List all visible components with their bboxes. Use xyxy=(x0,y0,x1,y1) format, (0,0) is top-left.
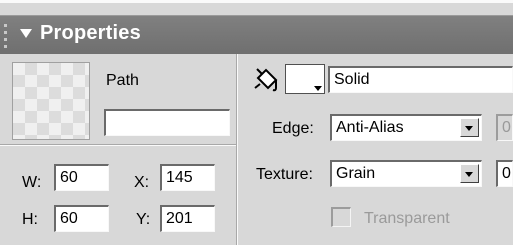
fill-type-dropdown[interactable]: Solid xyxy=(328,66,513,93)
height-input[interactable]: 60 xyxy=(54,205,109,232)
vertical-divider xyxy=(236,54,238,245)
chevron-down-icon xyxy=(465,126,473,131)
texture-dropdown[interactable]: Grain xyxy=(330,160,482,187)
y-label: Y: xyxy=(136,211,151,228)
x-input[interactable]: 145 xyxy=(160,164,215,191)
object-preview-thumbnail xyxy=(12,62,90,140)
panel-header[interactable]: Properties xyxy=(0,15,513,55)
horizontal-divider xyxy=(0,144,236,146)
edge-value: Anti-Alias xyxy=(336,119,404,136)
width-label: W: xyxy=(22,174,42,191)
x-label: X: xyxy=(134,174,150,191)
texture-label: Texture: xyxy=(256,166,313,183)
edge-label: Edge: xyxy=(272,120,314,137)
window-top-edge xyxy=(0,0,513,3)
chevron-down-icon xyxy=(314,86,322,91)
panel-title: Properties xyxy=(40,22,141,44)
edge-dropdown-button[interactable] xyxy=(460,118,479,137)
grip-icon[interactable] xyxy=(4,24,10,48)
height-label: H: xyxy=(22,211,38,228)
object-type-label: Path xyxy=(106,72,139,89)
collapse-triangle-icon[interactable] xyxy=(20,29,32,38)
paint-bucket-icon[interactable] xyxy=(252,66,280,94)
width-input[interactable]: 60 xyxy=(54,164,109,191)
transparent-checkbox[interactable] xyxy=(331,207,351,227)
fill-color-swatch[interactable] xyxy=(285,64,325,94)
object-name-input[interactable] xyxy=(104,109,230,136)
texture-amount-input[interactable]: 0 xyxy=(496,160,513,187)
texture-value: Grain xyxy=(336,165,376,182)
edge-amount-input[interactable]: 0 xyxy=(496,114,513,141)
properties-panel: Path W: 60 X: 145 H: 60 Y: 201 Solid Edg… xyxy=(0,54,513,245)
texture-dropdown-button[interactable] xyxy=(460,164,479,183)
y-input[interactable]: 201 xyxy=(160,205,215,232)
chevron-down-icon xyxy=(465,172,473,177)
transparent-label: Transparent xyxy=(364,210,450,227)
edge-dropdown[interactable]: Anti-Alias xyxy=(330,114,482,141)
